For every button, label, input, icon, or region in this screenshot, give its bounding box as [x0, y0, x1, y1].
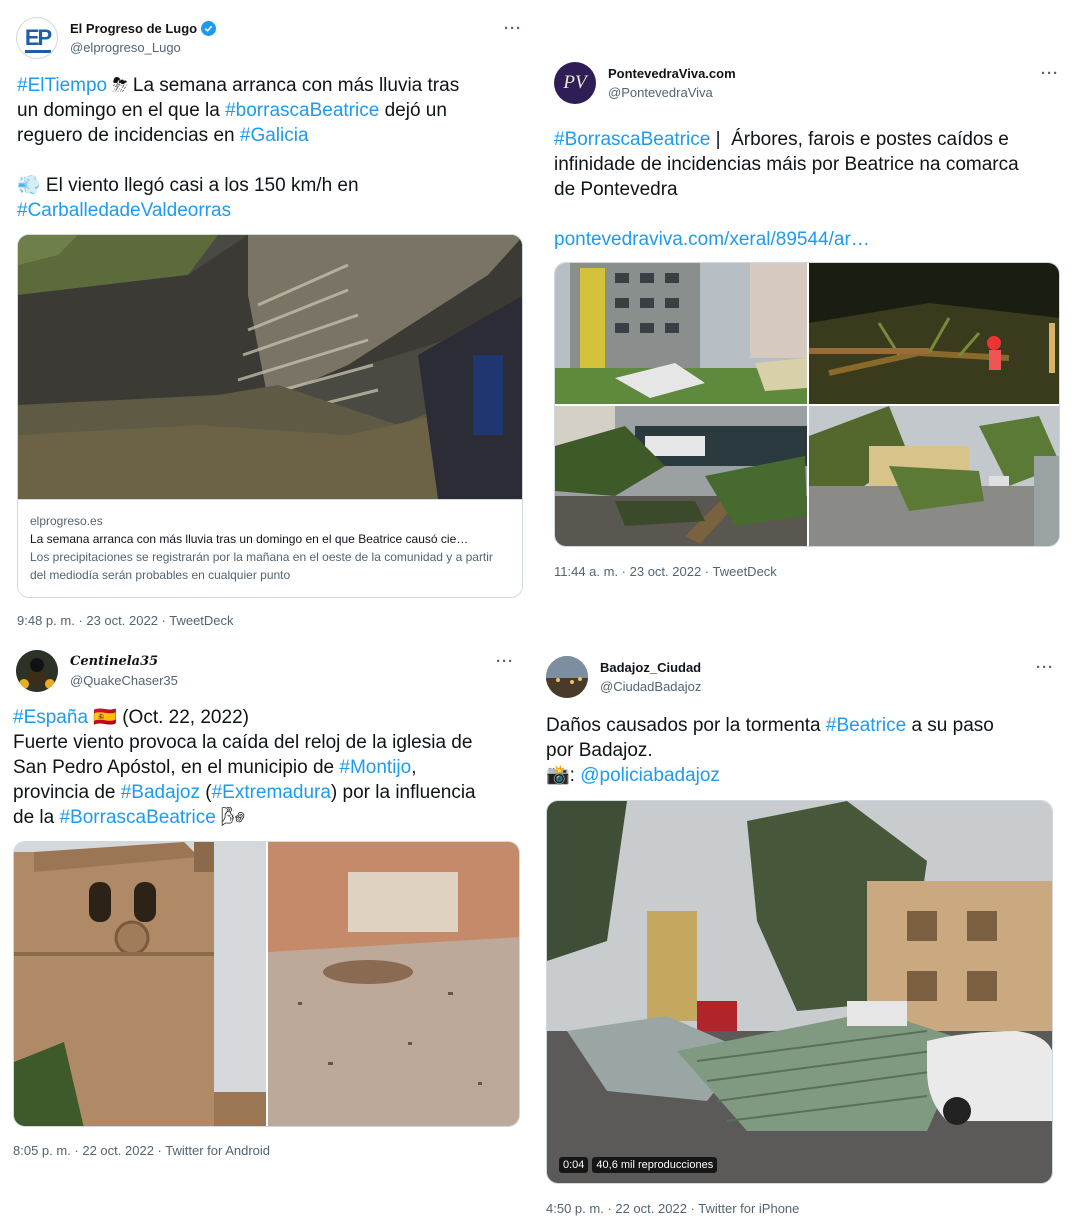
- card-domain: elprogreso.es: [30, 514, 103, 528]
- hashtag-link[interactable]: #Montijo: [339, 757, 411, 778]
- hashtag-link[interactable]: pontevedraviva.com/xeral/89544/ar…: [554, 229, 870, 250]
- card-image: [18, 235, 522, 499]
- tweet-text: Daños causados por la tormenta #Beatrice…: [546, 713, 1056, 788]
- card-meta: elprogreso.es La semana arranca con más …: [18, 499, 522, 597]
- display-name[interactable]: PontevedraViva.com: [608, 64, 736, 83]
- handle[interactable]: @PontevedraViva: [608, 83, 736, 102]
- more-options-icon[interactable]: ···: [496, 653, 514, 670]
- video-info: 0:04 40,6 mil reproducciones: [559, 1157, 718, 1173]
- tweet-timestamp[interactable]: 4:50 p. m. · 22 oct. 2022 · Twitter for …: [546, 1201, 799, 1216]
- display-name[interactable]: Centinela35: [70, 652, 158, 671]
- video-player[interactable]: 0:04 40,6 mil reproducciones: [546, 800, 1053, 1184]
- hashtag-link[interactable]: #CarballedadeValdeorras: [17, 200, 231, 221]
- more-options-icon[interactable]: ···: [1041, 65, 1059, 82]
- tweet-header: EP El Progreso de Lugo @elprogreso_Lugo …: [16, 14, 526, 62]
- tweet-header: Centinela35 @QuakeChaser35 ···: [16, 647, 518, 695]
- hashtag-link[interactable]: #Extremadura: [212, 782, 331, 803]
- link-card[interactable]: elprogreso.es La semana arranca con más …: [17, 234, 523, 598]
- photo-fallen-clock[interactable]: [268, 842, 519, 1126]
- tweet-text-segment: 🌬: [215, 807, 246, 828]
- hashtag-link[interactable]: #Beatrice: [826, 715, 906, 736]
- handle[interactable]: @QuakeChaser35: [70, 671, 178, 690]
- tweet-pontevedraviva[interactable]: PV PontevedraViva.com @PontevedraViva ··…: [538, 45, 1075, 605]
- more-options-icon[interactable]: ···: [504, 20, 522, 37]
- tweet-badajoz-ciudad[interactable]: Badajoz_Ciudad @CiudadBadajoz ··· Daños …: [530, 645, 1070, 1231]
- display-name[interactable]: Badajoz_Ciudad: [600, 658, 701, 677]
- hashtag-link[interactable]: #España: [13, 707, 88, 728]
- verified-badge-icon: [201, 21, 217, 36]
- tweet-centinela35[interactable]: Centinela35 @QuakeChaser35 ··· #España 🇪…: [0, 645, 530, 1180]
- photo-tree-on-road[interactable]: [809, 406, 1059, 546]
- tweet-text: #BorrascaBeatrice | Árbores, farois e po…: [554, 127, 1069, 252]
- avatar-logo-text: EP: [24, 25, 52, 50]
- avatar[interactable]: [16, 650, 58, 692]
- tweet-text-segment: 💨 El viento llegó casi a los 150 km/h en: [17, 175, 359, 196]
- video-duration: 0:04: [559, 1157, 589, 1173]
- photo-tree-on-street[interactable]: [555, 406, 807, 546]
- avatar[interactable]: [546, 656, 588, 698]
- tweet-timestamp[interactable]: 11:44 a. m. · 23 oct. 2022 · TweetDeck: [554, 564, 777, 579]
- photo-building-debris[interactable]: [555, 263, 807, 404]
- avatar[interactable]: EP: [16, 17, 58, 59]
- avatar-logo-text: PV: [563, 72, 587, 93]
- tweet-text-segment: (: [199, 782, 212, 803]
- avatar[interactable]: PV: [554, 62, 596, 104]
- hashtag-link[interactable]: @policiabadajoz: [580, 765, 720, 786]
- photo-fallen-tree-night[interactable]: [809, 263, 1059, 404]
- card-title: La semana arranca con más lluvia tras un…: [30, 532, 469, 546]
- tweet-timestamp[interactable]: 8:05 p. m. · 22 oct. 2022 · Twitter for …: [13, 1143, 270, 1158]
- tweet-el-progreso[interactable]: EP El Progreso de Lugo @elprogreso_Lugo …: [0, 0, 538, 645]
- display-name[interactable]: El Progreso de Lugo: [70, 19, 197, 38]
- tweet-timestamp[interactable]: 9:48 p. m. · 23 oct. 2022 · TweetDeck: [17, 613, 234, 628]
- hashtag-link[interactable]: #BorrascaBeatrice: [554, 129, 710, 150]
- hashtag-link[interactable]: #Badajoz: [121, 782, 200, 803]
- hashtag-link[interactable]: #Galicia: [240, 125, 309, 146]
- hashtag-link[interactable]: #BorrascaBeatrice: [59, 807, 215, 828]
- tweet-header: PV PontevedraViva.com @PontevedraViva ··…: [554, 59, 1063, 107]
- tweet-text: #España 🇪🇸 (Oct. 22, 2022) Fuerte viento…: [13, 705, 525, 830]
- photo-grid[interactable]: [554, 262, 1060, 547]
- hashtag-link[interactable]: #ElTiempo: [17, 75, 107, 96]
- tweet-header: Badajoz_Ciudad @CiudadBadajoz ···: [546, 653, 1058, 701]
- handle[interactable]: @CiudadBadajoz: [600, 677, 701, 696]
- hashtag-link[interactable]: #borrascaBeatrice: [225, 100, 379, 121]
- video-views: 40,6 mil reproducciones: [592, 1157, 718, 1173]
- tweet-text: #ElTiempo ⛈ La semana arranca con más ll…: [17, 73, 527, 223]
- more-options-icon[interactable]: ···: [1036, 659, 1054, 676]
- card-description: Los precipitaciones se registrarán por l…: [30, 550, 493, 582]
- photo-church-tower[interactable]: [14, 842, 266, 1126]
- tweet-text-segment: Daños causados por la tormenta: [546, 715, 826, 736]
- handle[interactable]: @elprogreso_Lugo: [70, 38, 216, 57]
- photo-grid[interactable]: [13, 841, 520, 1127]
- video-frame: [547, 801, 1052, 1183]
